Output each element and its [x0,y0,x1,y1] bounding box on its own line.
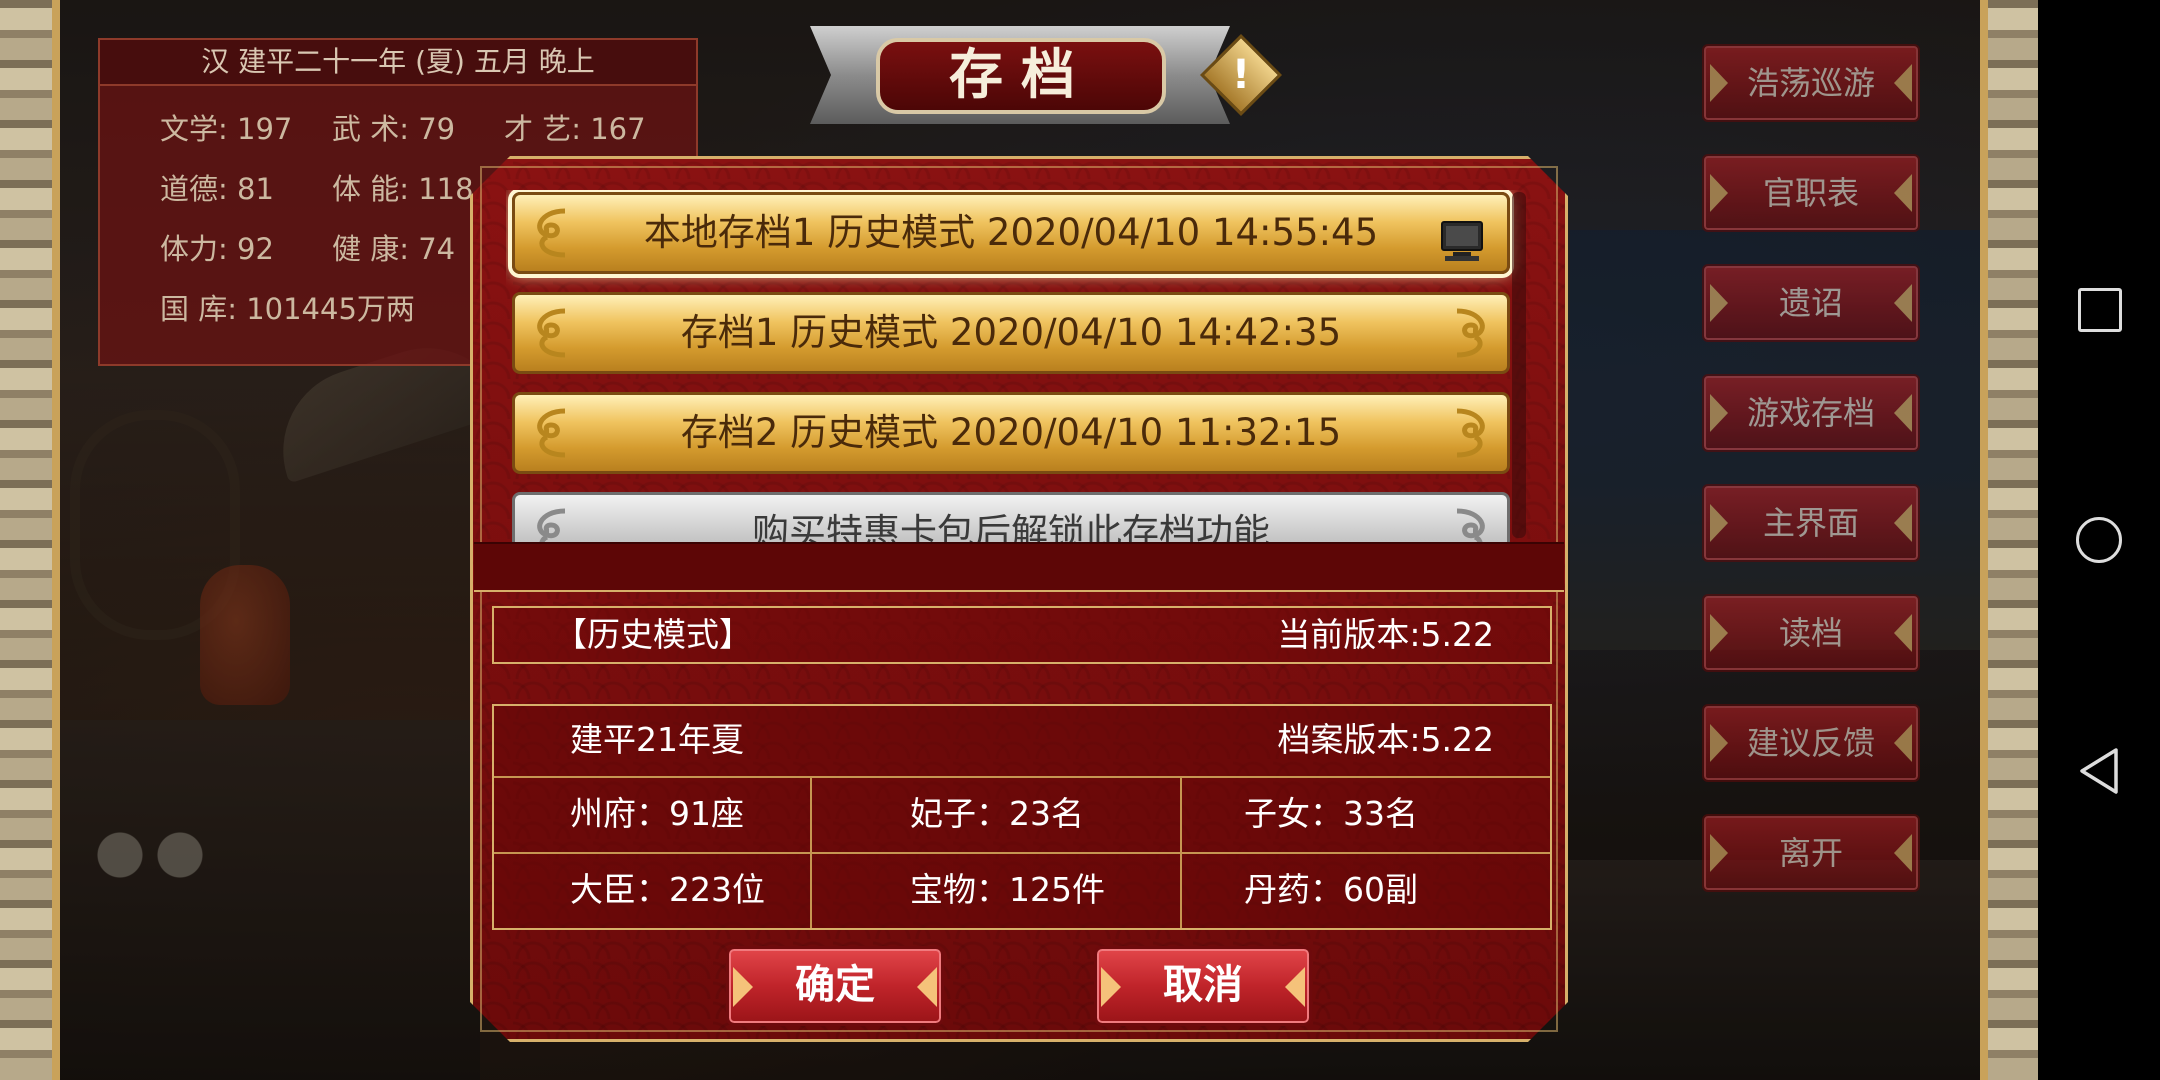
list-divider [474,542,1564,592]
table-divider [810,776,812,928]
system-navigation-bar [2038,0,2160,1080]
stat-treasury: 国 库: 101445万两 [160,292,415,326]
save-slot-label: 存档2 历史模式 2020/04/10 11:32:15 [680,411,1342,454]
scroll-ornament-icon [525,305,575,361]
children-count: 子女：33名 [1244,794,1418,833]
elixirs-count: 丹药：60副 [1244,870,1418,909]
stat-stamina: 体力: 92 [160,232,274,266]
cancel-button[interactable]: 取消 [1094,946,1312,1026]
game-mode-label: 【历史模式】 [554,615,752,654]
right-ornate-border [1980,0,2038,1080]
ministers-count: 大臣：223位 [570,870,765,909]
save-period: 建平21年夏 [570,720,744,759]
menu-exit-button[interactable]: 离开 [1702,814,1920,892]
save-slot-1[interactable]: 存档1 历史模式 2020/04/10 14:42:35 [512,292,1510,374]
menu-load-button[interactable]: 读档 [1702,594,1920,672]
file-version: 档案版本:5.22 [1277,720,1494,759]
menu-game-save-button[interactable]: 游戏存档 [1702,374,1920,452]
stat-morality: 道德: 81 [160,172,274,206]
save-info-header: 【历史模式】 当前版本:5.22 [492,606,1552,664]
save-slot-2[interactable]: 存档2 历史模式 2020/04/10 11:32:15 [512,392,1510,474]
save-slot-label: 购买特惠卡包后解锁此存档功能 [752,511,1270,542]
prefectures-count: 州府：91座 [570,794,744,833]
square-icon [2078,288,2122,332]
scroll-ornament-icon [525,205,575,261]
save-slot-list[interactable]: 本地存档1 历史模式 2020/04/10 14:55:45 存档1 历史模式 … [506,190,1526,542]
confirm-button[interactable]: 确定 [726,946,944,1026]
scroll-ornament-icon [525,405,575,461]
consorts-count: 妃子：23名 [910,794,1084,833]
table-divider [1180,776,1182,928]
dialog-title: 存档 [876,38,1166,114]
table-divider [494,776,1550,778]
scroll-ornament-icon [1447,305,1497,361]
triangle-back-icon [2080,748,2118,794]
stat-martial: 武 术: 79 [332,112,456,146]
menu-tour-button[interactable]: 浩荡巡游 [1702,44,1920,122]
back-button[interactable] [2076,746,2122,794]
date-title: 汉 建平二十一年 (夏) 五月 晚上 [100,40,696,86]
menu-official-ranks-button[interactable]: 官职表 [1702,154,1920,232]
circle-icon [2076,517,2122,563]
computer-icon [1439,213,1485,261]
stat-health: 健 康: 74 [332,232,456,266]
scroll-ornament-icon [1447,405,1497,461]
warning-icon-mark: ! [1231,52,1251,98]
menu-feedback-button[interactable]: 建议反馈 [1702,704,1920,782]
left-ornate-border [0,0,60,1080]
save-details-table: 建平21年夏 档案版本:5.22 州府：91座 妃子：23名 子女：33名 大臣… [492,704,1552,930]
scroll-ornament-icon [1447,505,1497,542]
stat-talent: 才 艺: 167 [504,112,646,146]
save-list-scrollbar[interactable] [1512,192,1526,538]
save-slot-label: 存档1 历史模式 2020/04/10 14:42:35 [680,311,1342,354]
save-slot-local-1[interactable]: 本地存档1 历史模式 2020/04/10 14:55:45 [512,192,1510,274]
recent-apps-button[interactable] [2076,286,2122,332]
treasures-count: 宝物：125件 [910,870,1105,909]
save-slot-locked[interactable]: 购买特惠卡包后解锁此存档功能 [512,492,1510,542]
save-slot-label: 本地存档1 历史模式 2020/04/10 14:55:45 [643,211,1379,254]
menu-main-screen-button[interactable]: 主界面 [1702,484,1920,562]
home-button[interactable] [2076,517,2122,563]
table-divider [494,852,1550,854]
current-version-label: 当前版本:5.22 [1277,615,1494,654]
stat-literature: 文学: 197 [160,112,293,146]
scroll-ornament-icon [525,505,575,542]
menu-will-button[interactable]: 遗诏 [1702,264,1920,342]
stat-physique: 体 能: 118 [332,172,474,206]
